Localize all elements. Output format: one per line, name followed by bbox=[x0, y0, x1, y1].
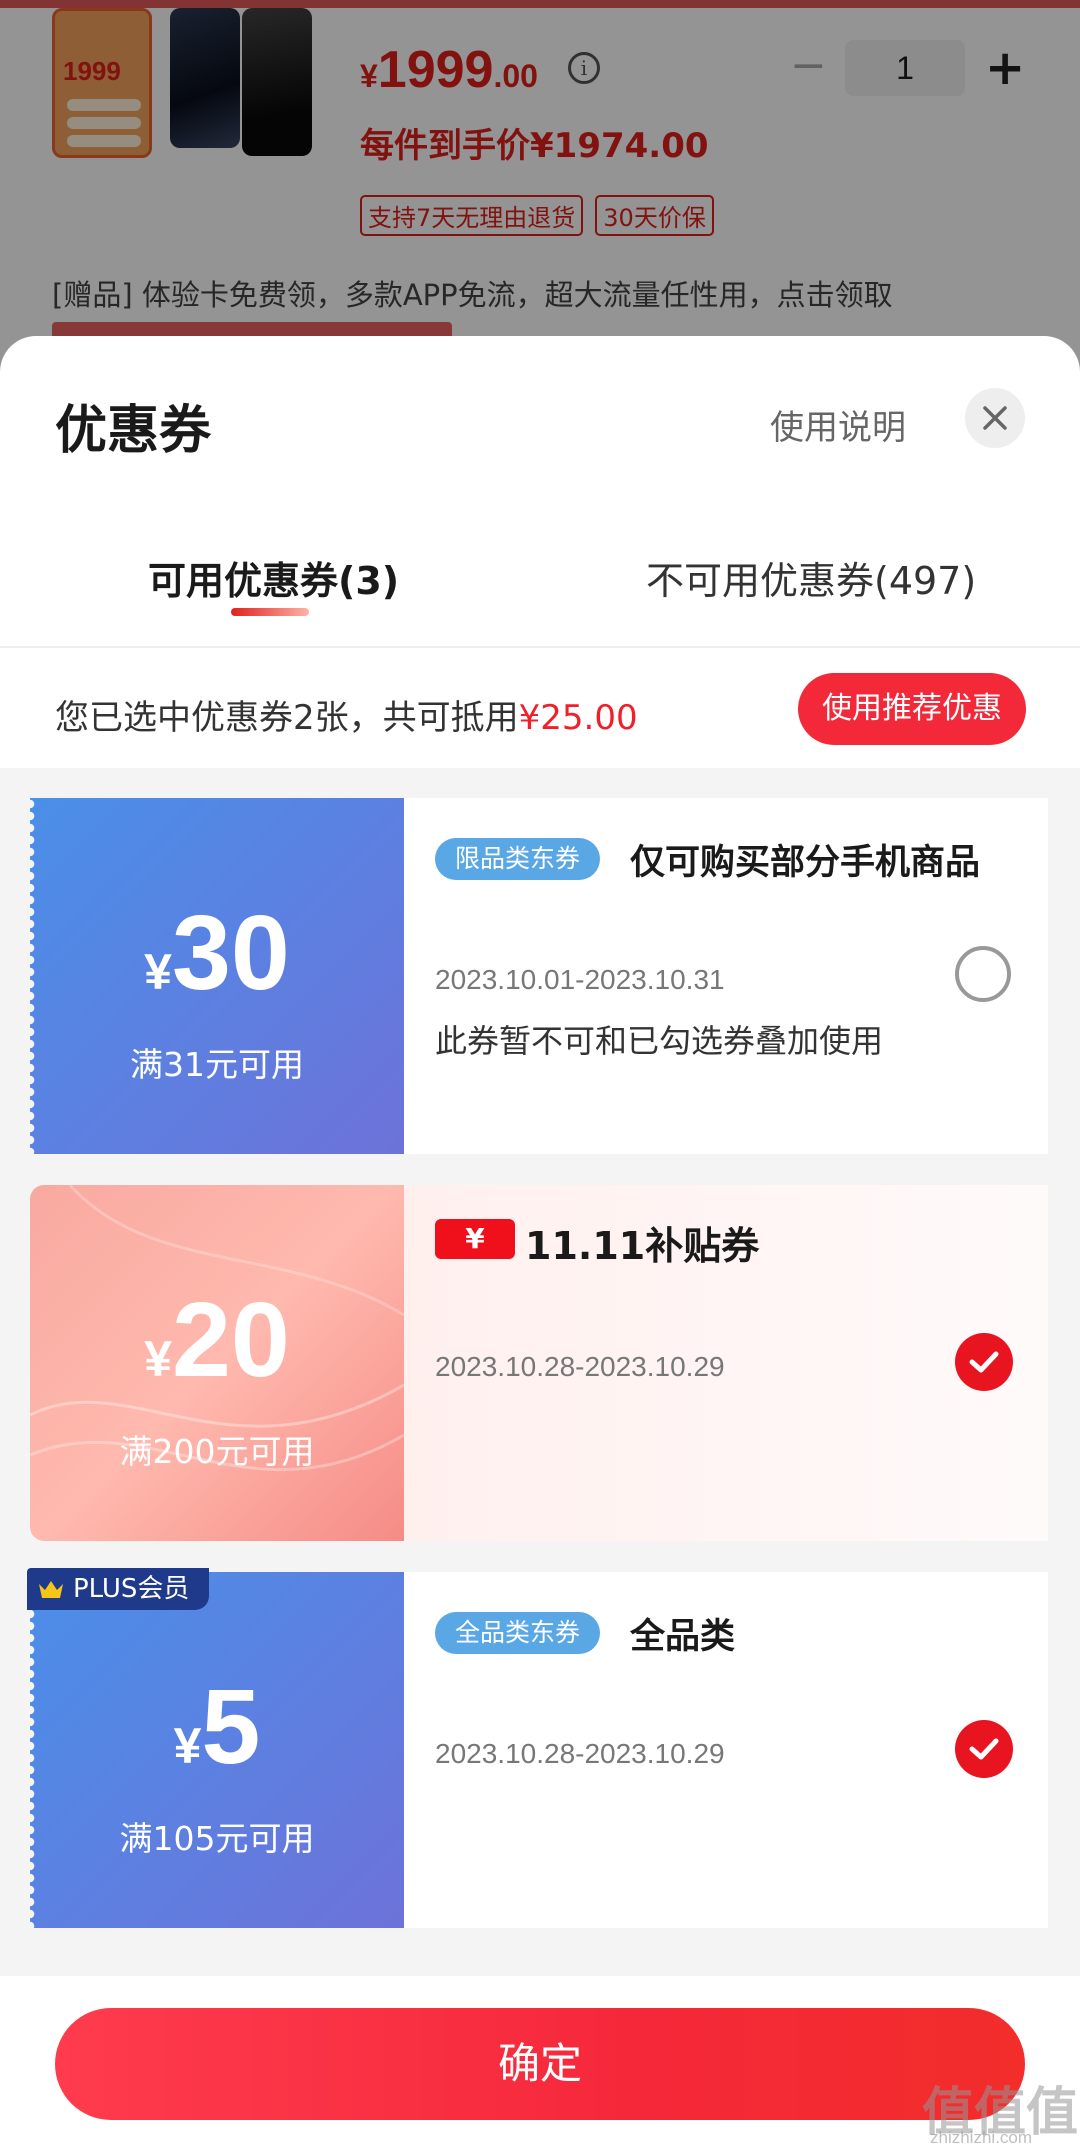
tab-unavailable-coupons[interactable]: 不可用优惠券(497) bbox=[646, 550, 976, 605]
coupon-type-badge: 全品类东券 bbox=[435, 1612, 601, 1654]
coupon-checkbox-checked[interactable] bbox=[955, 1720, 1013, 1778]
coupon-list: ¥30 满31元可用 限品类东券 仅可购买部分手机商品 2023.10.01-2… bbox=[0, 768, 1080, 1976]
coupon-condition: 满200元可用 bbox=[119, 1432, 315, 1471]
coupon-validity: 2023.10.01-2023.10.31 bbox=[435, 964, 725, 995]
coupon-amount: ¥5 bbox=[173, 1668, 261, 1786]
coupon-amount: ¥30 bbox=[144, 894, 290, 1012]
coupon-title: 全品类 bbox=[630, 1617, 736, 1657]
sheet-title: 优惠券 bbox=[55, 401, 212, 461]
check-icon bbox=[969, 1738, 999, 1760]
coupon-condition: 满31元可用 bbox=[130, 1045, 304, 1084]
coupon-sheet: 优惠券 使用说明 可用优惠券(3) 不可用优惠券(497) 您已选中优惠券2张，… bbox=[0, 336, 1080, 2154]
close-button[interactable] bbox=[965, 388, 1025, 448]
usage-instructions-link[interactable]: 使用说明 bbox=[770, 400, 906, 449]
close-icon bbox=[983, 406, 1007, 430]
coupon-checkbox-checked[interactable] bbox=[955, 1333, 1013, 1391]
coupon-card[interactable]: ¥5 满105元可用 PLUS会员 全品类东券 全品类 2023.10.28-2… bbox=[27, 1568, 1048, 1928]
yen-tag-icon: ¥ bbox=[435, 1219, 515, 1259]
crown-icon bbox=[39, 1581, 63, 1598]
coupon-card[interactable]: ¥20 满200元可用 ¥ 11.11补贴券 2023.10.28-2023.1… bbox=[30, 1185, 1048, 1541]
coupon-value-panel: ¥30 满31元可用 bbox=[30, 798, 404, 1154]
tab-available-coupons[interactable]: 可用优惠券(3) bbox=[148, 550, 399, 605]
selection-summary: 您已选中优惠券2张，共可抵用¥25.00 bbox=[55, 698, 638, 738]
coupon-validity: 2023.10.28-2023.10.29 bbox=[435, 1351, 725, 1382]
coupon-note: 此券暂不可和已勾选券叠加使用 bbox=[435, 1022, 884, 1060]
coupon-value-panel: ¥20 满200元可用 bbox=[30, 1185, 404, 1541]
divider bbox=[0, 646, 1080, 648]
check-icon bbox=[969, 1351, 999, 1373]
coupon-condition: 满105元可用 bbox=[119, 1819, 315, 1858]
coupon-radio-unchecked[interactable] bbox=[955, 946, 1011, 1002]
coupon-validity: 2023.10.28-2023.10.29 bbox=[435, 1738, 725, 1769]
coupon-card[interactable]: ¥30 满31元可用 限品类东券 仅可购买部分手机商品 2023.10.01-2… bbox=[30, 798, 1048, 1154]
coupon-title: 仅可购买部分手机商品 bbox=[630, 843, 981, 883]
plus-member-badge: PLUS会员 bbox=[27, 1568, 209, 1610]
coupon-type-badge: 限品类东券 bbox=[435, 838, 601, 880]
active-tab-indicator bbox=[231, 608, 309, 616]
use-recommended-button[interactable]: 使用推荐优惠 bbox=[798, 673, 1026, 745]
discount-amount: ¥25.00 bbox=[518, 698, 638, 738]
confirm-button[interactable]: 确定 bbox=[55, 2008, 1025, 2120]
watermark-url: zhizhizhi.com bbox=[930, 2128, 1033, 2147]
coupon-title: 11.11补贴券 bbox=[525, 1224, 760, 1268]
coupon-amount: ¥20 bbox=[144, 1281, 290, 1399]
coupon-value-panel: ¥5 满105元可用 bbox=[30, 1572, 404, 1928]
